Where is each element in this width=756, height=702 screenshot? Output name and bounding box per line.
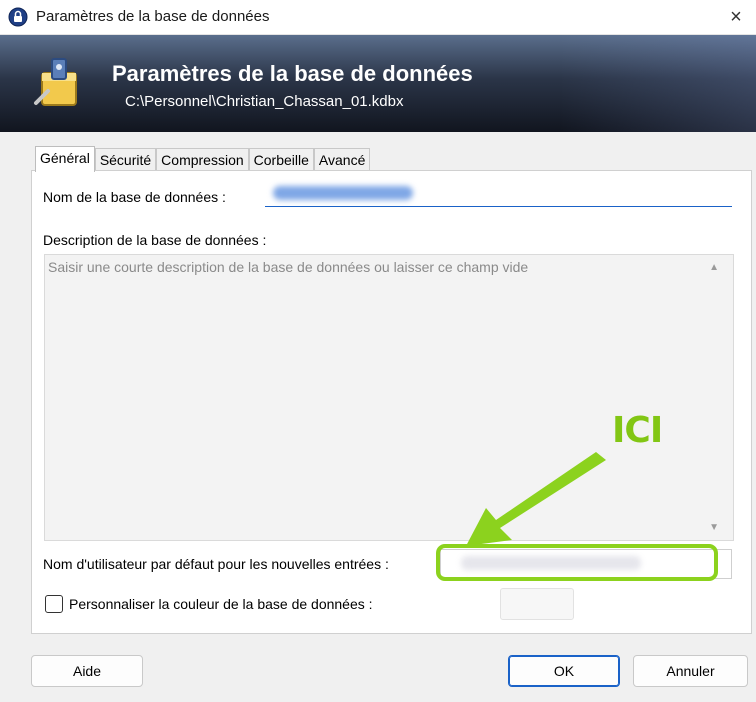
title-bar: Paramètres de la base de données × [0,0,756,35]
ok-button[interactable]: OK [508,655,620,687]
db-name-value-redacted [273,186,413,200]
tab-recycle-bin[interactable]: Corbeille [248,148,314,171]
banner-title: Paramètres de la base de données [112,61,473,86]
tab-advanced[interactable]: Avancé [313,148,371,171]
custom-color-label: Personnaliser la couleur de la base de d… [69,596,373,612]
database-settings-icon [34,58,77,106]
description-textarea[interactable]: Saisir une courte description de la base… [44,254,734,541]
custom-color-checkbox[interactable] [45,595,63,613]
tab-security[interactable]: Sécurité [94,148,157,171]
description-label: Description de la base de données : [43,232,267,248]
banner-file-path: C:\Personnel\Christian_Chassan_01.kdbx [125,93,404,110]
help-button[interactable]: Aide [31,655,143,687]
window-title: Paramètres de la base de données [36,8,270,25]
scroll-up-icon[interactable]: ▲ [709,262,719,273]
keepass-lock-icon [8,7,28,27]
cancel-button[interactable]: Annuler [633,655,748,687]
db-name-input[interactable] [265,180,732,207]
scroll-down-icon[interactable]: ▼ [709,522,719,533]
annotation-highlight-box [436,544,718,581]
banner-glow [560,35,756,132]
dialog-window: Paramètres de la base de données × Param… [0,0,756,702]
close-button[interactable]: × [716,0,756,34]
db-name-label: Nom de la base de données : [43,189,226,205]
annotation-label: ICI [612,410,663,451]
default-user-label: Nom d'utilisateur par défaut pour les no… [43,556,389,572]
description-placeholder: Saisir une courte description de la base… [48,259,529,275]
tab-general[interactable]: Général [35,146,95,172]
color-picker-button[interactable] [500,588,574,620]
tab-strip: Général Sécurité Compression Corbeille A… [35,146,371,172]
header-banner: Paramètres de la base de données C:\Pers… [0,35,756,132]
tab-compression[interactable]: Compression [156,148,249,171]
